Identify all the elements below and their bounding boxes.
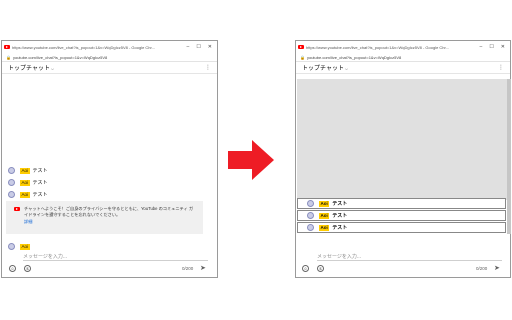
author-badge: Aoi: [20, 179, 30, 186]
chat-message: Aoi テスト: [8, 178, 48, 187]
chat-message: Aoi テスト: [8, 190, 48, 199]
youtube-icon: [298, 45, 304, 49]
super-chat-icon[interactable]: $: [24, 265, 31, 272]
url-text: youtube.com/live_chat?is_popout=1&v=WqDg…: [306, 54, 402, 60]
kebab-menu-icon[interactable]: ⋮: [498, 64, 504, 71]
chat-mode-label: トップチャット: [8, 66, 50, 72]
scrollbar-thumb[interactable]: [507, 79, 511, 234]
title-bar: https://www.youtube.com/live_chat?is_pop…: [2, 41, 217, 53]
input-underline: [317, 260, 502, 261]
window-title: https://www.youtube.com/live_chat?is_pop…: [12, 44, 155, 50]
message-input[interactable]: メッセージを入力...: [317, 253, 361, 260]
url-text: youtube.com/live_chat?is_popout=1&v=WqDg…: [12, 54, 108, 60]
minimize-icon[interactable]: –: [187, 44, 190, 50]
chat-mode-label: トップチャット: [302, 66, 344, 72]
transition-arrow: [228, 140, 274, 180]
send-icon[interactable]: ➤: [200, 264, 206, 272]
minimize-icon[interactable]: –: [480, 44, 483, 50]
lock-icon: 🔒: [6, 54, 11, 60]
message-text: テスト: [32, 180, 48, 186]
author-badge: Aoi: [20, 191, 30, 198]
arrow-shape: [228, 140, 274, 180]
youtube-icon: [14, 207, 20, 211]
avatar: [307, 212, 314, 219]
welcome-notice: チャットへようこそ！ご自身のプライバシーを守るとともに、YouTube のコミュ…: [6, 201, 203, 234]
avatar: [8, 191, 15, 198]
char-counter: 0/200: [476, 266, 488, 271]
avatar: [8, 243, 15, 250]
avatar: [307, 224, 314, 231]
chevron-down-icon: ⌵: [344, 66, 348, 71]
send-icon[interactable]: ➤: [494, 264, 500, 272]
chat-header: トップチャット⌵ ⋮: [296, 62, 510, 74]
message-text: テスト: [332, 213, 348, 219]
author-badge: Aoi: [20, 167, 30, 174]
chevron-down-icon: ⌵: [50, 66, 54, 71]
avatar: [8, 179, 15, 186]
avatar: [307, 200, 314, 207]
title-bar: https://www.youtube.com/live_chat?is_pop…: [296, 41, 510, 53]
message-text: テスト: [332, 201, 348, 207]
address-bar[interactable]: 🔒 youtube.com/live_chat?is_popout=1&v=Wq…: [296, 53, 510, 62]
author-badge: Aoi: [319, 200, 330, 207]
author-badge: Aoi: [20, 243, 30, 250]
learn-more-link[interactable]: 詳細: [24, 219, 197, 225]
message-input[interactable]: メッセージを入力...: [23, 253, 67, 260]
emoji-icon[interactable]: ☺: [302, 265, 309, 272]
message-placeholder-area: [297, 79, 507, 200]
close-icon[interactable]: ✕: [501, 44, 505, 50]
author-badge: Aoi: [319, 212, 330, 219]
chat-message-row: Aoi テスト: [297, 210, 506, 221]
char-counter: 0/200: [182, 266, 194, 271]
top-chat-dropdown[interactable]: トップチャット⌵: [8, 63, 54, 72]
notice-text: チャットへようこそ！ご自身のプライバシーを守るとともに、YouTube のコミュ…: [24, 206, 194, 217]
youtube-icon: [4, 45, 10, 49]
avatar: [8, 167, 15, 174]
message-text: テスト: [332, 225, 348, 231]
input-underline: [23, 260, 208, 261]
chat-header: トップチャット⌵ ⋮: [2, 62, 217, 74]
chat-message-row: Aoi テスト: [297, 222, 506, 233]
super-chat-icon[interactable]: $: [317, 265, 324, 272]
maximize-icon[interactable]: ☐: [489, 44, 493, 50]
scrollbar[interactable]: [507, 79, 511, 234]
left-chat-window: https://www.youtube.com/live_chat?is_pop…: [1, 40, 218, 278]
author-badge: Aoi: [319, 224, 330, 231]
chat-message-row: Aoi テスト: [297, 198, 506, 209]
kebab-menu-icon[interactable]: ⋮: [205, 64, 211, 71]
message-text: テスト: [32, 168, 48, 174]
top-chat-dropdown[interactable]: トップチャット⌵: [302, 63, 348, 72]
window-title: https://www.youtube.com/live_chat?is_pop…: [306, 44, 449, 50]
lock-icon: 🔒: [300, 54, 305, 60]
address-bar[interactable]: 🔒 youtube.com/live_chat?is_popout=1&v=Wq…: [2, 53, 217, 62]
composer-author: Aoi: [8, 242, 33, 251]
emoji-icon[interactable]: ☺: [9, 265, 16, 272]
close-icon[interactable]: ✕: [208, 44, 212, 50]
message-text: テスト: [32, 192, 48, 198]
chat-message: Aoi テスト: [8, 166, 48, 175]
maximize-icon[interactable]: ☐: [196, 44, 200, 50]
